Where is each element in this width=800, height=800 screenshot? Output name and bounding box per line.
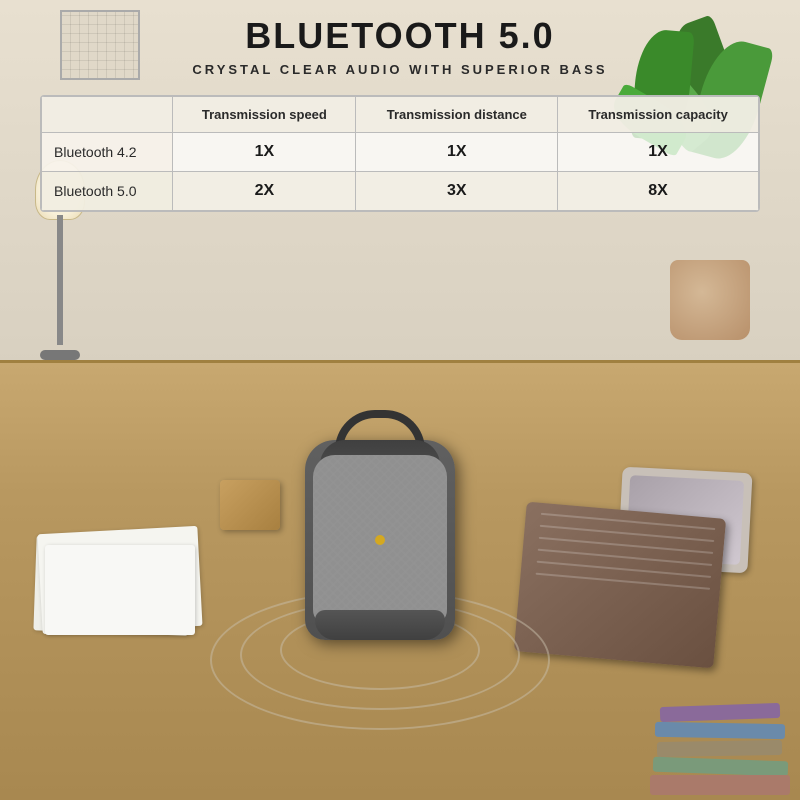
- wood-block: [220, 480, 280, 530]
- row-label-bt42: Bluetooth 4.2: [42, 133, 173, 172]
- papers: [30, 530, 210, 650]
- book-4: [653, 757, 788, 777]
- table-header-row: Transmission speed Transmission distance…: [42, 97, 759, 133]
- table-row: Bluetooth 5.0 2X 3X 8X: [42, 172, 759, 211]
- content-overlay: BLUETOOTH 5.0 CRYSTAL CLEAR AUDIO WITH S…: [0, 0, 800, 370]
- speaker-indicator-dot: [375, 535, 385, 545]
- comparison-table-wrapper: Transmission speed Transmission distance…: [40, 95, 760, 212]
- books-stack: [620, 680, 800, 800]
- row-label-bt50: Bluetooth 5.0: [42, 172, 173, 211]
- col-header-speed: Transmission speed: [173, 97, 356, 133]
- bt42-capacity: 1X: [558, 133, 759, 172]
- bluetooth-subtitle: CRYSTAL CLEAR AUDIO WITH SUPERIOR BASS: [192, 62, 607, 77]
- bt50-distance: 3X: [356, 172, 558, 211]
- col-header-label: [42, 97, 173, 133]
- bt42-distance: 1X: [356, 133, 558, 172]
- background: BLUETOOTH 5.0 CRYSTAL CLEAR AUDIO WITH S…: [0, 0, 800, 800]
- speaker-fabric: [313, 455, 447, 625]
- bt50-speed: 2X: [173, 172, 356, 211]
- comparison-table: Transmission speed Transmission distance…: [41, 96, 759, 211]
- book-2: [655, 722, 785, 739]
- book-1: [660, 703, 780, 722]
- speaker-bottom: [315, 610, 445, 640]
- bluetooth-speaker: [280, 390, 480, 670]
- bt50-capacity: 8X: [558, 172, 759, 211]
- book-5: [650, 775, 790, 795]
- col-header-distance: Transmission distance: [356, 97, 558, 133]
- bluetooth-title: BLUETOOTH 5.0: [245, 15, 554, 57]
- col-header-capacity: Transmission capacity: [558, 97, 759, 133]
- notebook-lines: [530, 513, 716, 658]
- bt42-speed: 1X: [173, 133, 356, 172]
- speaker-body: [305, 440, 455, 640]
- book-3: [657, 740, 782, 757]
- paper-3: [45, 545, 195, 635]
- table-row: Bluetooth 4.2 1X 1X 1X: [42, 133, 759, 172]
